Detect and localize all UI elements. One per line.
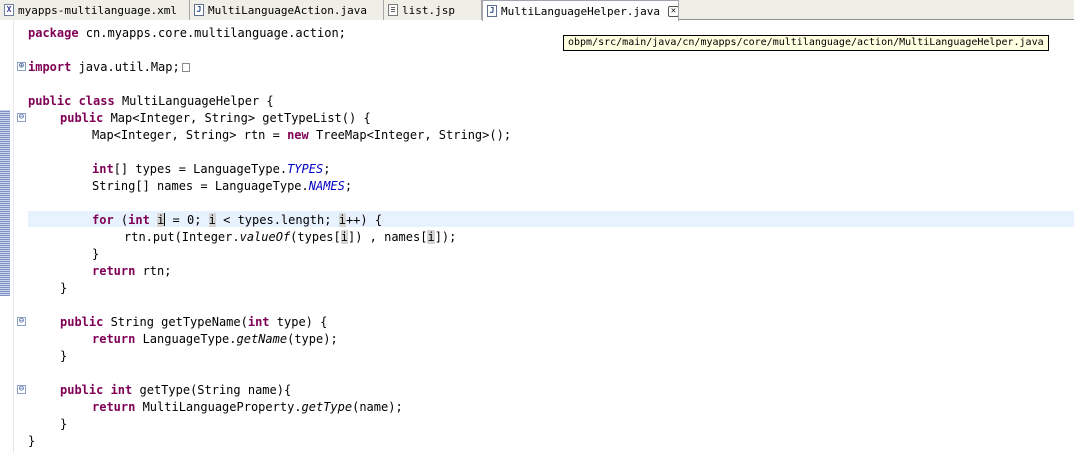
tab-multilanguagehelper-java[interactable]: J MultiLanguageHelper.java ✕ — [482, 0, 679, 21]
code-line: return rtn; — [92, 264, 172, 278]
tab-label: list.jsp — [402, 3, 455, 17]
expand-imports-icon[interactable]: ⊕ — [17, 62, 26, 71]
tab-label: myapps-multilanguage.xml — [18, 3, 177, 17]
code-line: for (int i = 0; i < types.length; i++) { — [92, 213, 383, 227]
editor-tab-bar: X myapps-multilanguage.xml J MultiLangua… — [0, 0, 1074, 21]
code-line: } — [60, 281, 68, 295]
collapsed-block-marker — [181, 63, 190, 72]
xml-file-icon: X — [4, 4, 14, 16]
collapse-method-icon[interactable]: ⊖ — [17, 113, 26, 122]
overview-ruler[interactable] — [0, 20, 12, 453]
change-marker — [0, 110, 10, 296]
code-line: int[] types = LanguageType.TYPES; — [92, 162, 331, 176]
code-line: Map<Integer, String> rtn = new TreeMap<I… — [92, 128, 512, 142]
code-line: return LanguageType.getName(type); — [92, 332, 338, 346]
code-line: String[] names = LanguageType.NAMES; — [92, 179, 353, 193]
tab-multilanguageaction-java[interactable]: J MultiLanguageAction.java — [190, 0, 384, 20]
collapse-method-icon[interactable]: ⊖ — [17, 385, 26, 394]
code-line: } — [60, 349, 68, 363]
code-line: public String getTypeName(int type) { — [60, 315, 328, 329]
tab-list-jsp[interactable]: ≡ list.jsp — [384, 0, 482, 20]
tab-label: MultiLanguageHelper.java — [501, 4, 660, 18]
tab-label: MultiLanguageAction.java — [208, 3, 367, 17]
code-line: package cn.myapps.core.multilanguage.act… — [28, 26, 346, 40]
close-tab-icon[interactable]: ✕ — [667, 5, 678, 17]
code-line: rtn.put(Integer.valueOf(types[i]) , name… — [124, 230, 457, 244]
code-line: public int getType(String name){ — [60, 383, 292, 397]
code-line: public class MultiLanguageHelper { — [28, 94, 274, 108]
java-file-icon: J — [487, 5, 497, 17]
tab-myapps-multilanguage-xml[interactable]: X myapps-multilanguage.xml — [0, 0, 190, 20]
jsp-file-icon: ≡ — [388, 4, 398, 16]
file-path-tooltip: obpm/src/main/java/cn/myapps/core/multil… — [563, 35, 1049, 51]
code-line: } — [92, 247, 100, 261]
collapse-method-icon[interactable]: ⊖ — [17, 317, 26, 326]
code-line: public Map<Integer, String> getTypeList(… — [60, 111, 371, 125]
java-file-icon: J — [194, 4, 204, 16]
code-line: import java.util.Map; — [28, 60, 190, 74]
code-line: } — [28, 434, 36, 448]
code-line: return MultiLanguageProperty.getType(nam… — [92, 400, 403, 414]
code-line: } — [60, 417, 68, 431]
